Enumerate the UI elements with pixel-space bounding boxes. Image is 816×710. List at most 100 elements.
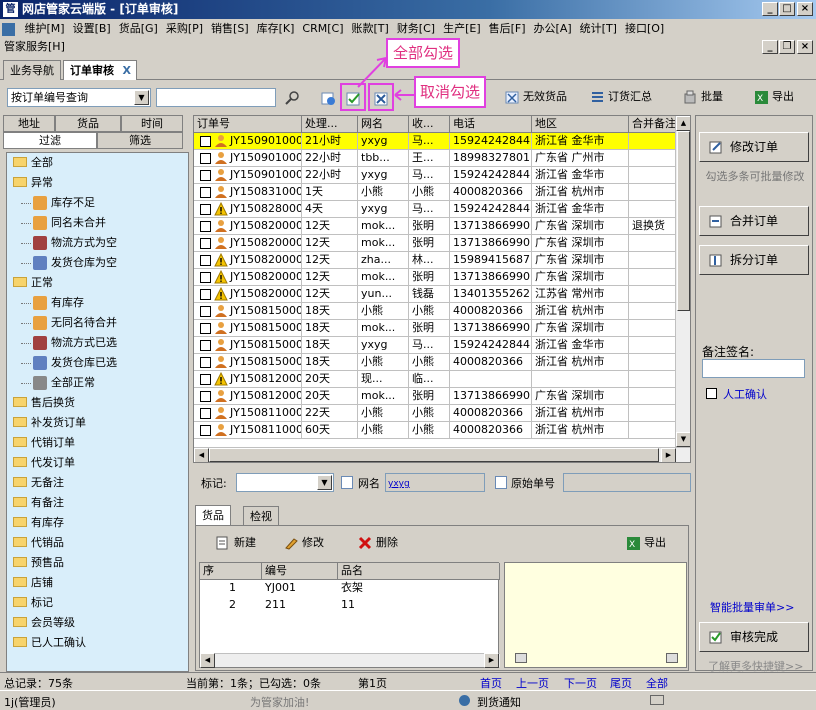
column-header[interactable]: 订单号 [194, 116, 302, 133]
tree-item[interactable]: 全部 [13, 153, 53, 173]
all-pages-link[interactable]: 全部 [646, 675, 668, 691]
row-checkbox[interactable] [200, 391, 211, 402]
hscroll-thumb[interactable] [209, 448, 659, 462]
table-row[interactable]: 2 211 11 [200, 597, 500, 614]
tree-item[interactable]: 代销订单 [13, 433, 75, 453]
tree-item[interactable]: 售后换货 [13, 393, 75, 413]
row-checkbox[interactable] [200, 255, 211, 266]
child-restore-button[interactable]: ❐ [779, 40, 795, 54]
scroll-right-icon[interactable]: ▶ [484, 653, 499, 668]
column-header[interactable]: 收... [409, 116, 450, 133]
tree-item[interactable]: 有库存 [13, 513, 64, 533]
table-row[interactable]: 1 YJ001 衣架 [200, 580, 500, 597]
scroll-right-icon[interactable]: ▶ [661, 448, 676, 462]
remark-input[interactable] [702, 359, 805, 378]
row-checkbox[interactable] [200, 289, 211, 300]
scroll-left-icon[interactable]: ◀ [194, 448, 209, 462]
table-row[interactable]: JY1508150002 18天 yxyg 马... 15924242844 浙江省 金华… [194, 337, 690, 354]
menu-item-2[interactable]: 货品[G] [115, 19, 162, 38]
row-checkbox[interactable] [200, 204, 211, 215]
tab-order-audit[interactable]: 订单审核 X [63, 60, 137, 80]
tree-item[interactable]: 代销品 [13, 533, 64, 553]
menu-item-8[interactable]: 财务[C] [393, 19, 439, 38]
tab-address[interactable]: 地址 [3, 115, 55, 132]
tree-item[interactable]: 无同名待合并 [21, 313, 117, 333]
chat-icon[interactable] [666, 653, 678, 663]
tree-item[interactable]: 预售品 [13, 553, 64, 573]
row-checkbox[interactable] [200, 187, 211, 198]
next-page-link[interactable]: 下一页 [564, 675, 597, 691]
row-checkbox[interactable] [200, 136, 211, 147]
row-checkbox[interactable] [200, 153, 211, 164]
grid-hscroll[interactable]: ◀ ▶ [194, 447, 690, 462]
table-row[interactable]: JY1509010001 22小时 yxyg 马... 15924242844 浙江省 金… [194, 167, 690, 184]
menu-item-6[interactable]: CRM[C] [298, 19, 347, 38]
tree-item[interactable]: 同名未合并 [21, 213, 106, 233]
menu-item-service[interactable]: 管家服务[H] [0, 40, 65, 53]
export-button[interactable]: X 导出 [754, 86, 794, 108]
order-summary-button[interactable]: 订货汇总 [590, 86, 652, 108]
tree-item[interactable]: 店铺 [13, 573, 53, 593]
table-row[interactable]: JY1508120006 20天 现... 临... [194, 371, 690, 388]
table-row[interactable]: JY1508120005 20天 mok... 张明 13713866990 广东省 深圳… [194, 388, 690, 405]
audit-done-button[interactable]: 审核完成 [699, 622, 809, 652]
tab-close-icon[interactable]: X [123, 61, 131, 80]
grid-vscroll[interactable]: ▲ ▼ [675, 116, 690, 448]
tab-detail-check[interactable]: 检视 [243, 506, 279, 526]
invalid-goods-button[interactable]: 无效货品 [505, 86, 567, 108]
table-row[interactable]: JY1508110001 60天 小熊 小熊 4000820366 浙江省 杭州市 [194, 422, 690, 439]
table-row[interactable]: JY1508200004 12天 zha... 林... 15989415687 广东省 … [194, 252, 690, 269]
table-row[interactable]: JY1508310001 1天 小熊 小熊 4000820366 浙江省 杭州市 [194, 184, 690, 201]
delete-button[interactable]: 删除 [358, 532, 398, 554]
menu-item-7[interactable]: 账款[T] [348, 19, 393, 38]
close-button[interactable]: × [797, 2, 813, 16]
scroll-left-icon[interactable]: ◀ [200, 653, 215, 668]
tree-item[interactable]: 已人工确认 [13, 633, 86, 653]
tree-item[interactable]: 正常 [13, 273, 53, 293]
modify-order-button[interactable]: 修改订单 [699, 132, 809, 162]
detail-export-button[interactable]: X 导出 [626, 532, 666, 554]
row-checkbox[interactable] [200, 221, 211, 232]
minimize-button[interactable]: _ [762, 2, 778, 16]
menu-item-5[interactable]: 库存[K] [253, 19, 299, 38]
row-checkbox[interactable] [200, 408, 211, 419]
edit-button[interactable]: 修改 [284, 532, 324, 554]
column-header[interactable]: 地区 [532, 116, 629, 133]
table-row[interactable]: JY1508280003 4天 yxyg 马... 15924242844 浙江省 金华市 [194, 201, 690, 218]
tab-goods[interactable]: 货品 [55, 115, 121, 132]
maximize-button[interactable]: □ [779, 2, 795, 16]
tab-detail-goods[interactable]: 货品 [195, 505, 231, 525]
search-input[interactable] [156, 88, 276, 107]
mail-icon[interactable] [650, 695, 664, 705]
column-header[interactable]: 序 [200, 563, 262, 580]
scroll-thumb[interactable] [677, 131, 690, 311]
smart-batch-link[interactable]: 智能批量审单>> [710, 599, 794, 615]
table-row[interactable]: JY1508200005 12天 mok... 张明 13713866990 广东省 深圳… [194, 235, 690, 252]
column-header[interactable]: 编号 [262, 563, 338, 580]
tree-item[interactable]: 物流方式为空 [21, 233, 117, 253]
table-row[interactable]: JY1508150003 18天 mok... 张明 13713866990 广东省 深圳… [194, 320, 690, 337]
child-minimize-button[interactable]: _ [762, 40, 778, 54]
last-page-link[interactable]: 尾页 [610, 675, 632, 691]
tree-item[interactable]: 补发货订单 [13, 413, 86, 433]
column-header[interactable]: 电话 [450, 116, 532, 133]
copy-icon-2[interactable] [495, 476, 507, 489]
scroll-up-icon[interactable]: ▲ [676, 116, 690, 131]
menu-item-3[interactable]: 采购[P] [162, 19, 207, 38]
tab-filter[interactable]: 过滤 [3, 132, 97, 149]
table-row[interactable]: JY1509010002 22小时 tbb... 王... 18998327801 广东省… [194, 150, 690, 167]
tree-item[interactable]: 发货仓库为空 [21, 253, 117, 273]
tab-screen[interactable]: 筛选 [97, 132, 183, 149]
nick-field[interactable]: yxyg [385, 473, 485, 492]
row-checkbox[interactable] [200, 306, 211, 317]
row-checkbox[interactable] [200, 374, 211, 385]
menu-item-11[interactable]: 办公[A] [530, 19, 576, 38]
tree-item[interactable]: 库存不足 [21, 193, 95, 213]
column-header[interactable]: 处理... [302, 116, 358, 133]
scroll-down-icon[interactable]: ▼ [676, 432, 690, 447]
prev-page-link[interactable]: 上一页 [516, 675, 549, 691]
row-checkbox[interactable] [200, 238, 211, 249]
search-icon[interactable] [284, 90, 300, 109]
merge-order-button[interactable]: 合并订单 [699, 206, 809, 236]
query-type-select[interactable]: 按订单编号查询 ▼ [7, 88, 151, 107]
